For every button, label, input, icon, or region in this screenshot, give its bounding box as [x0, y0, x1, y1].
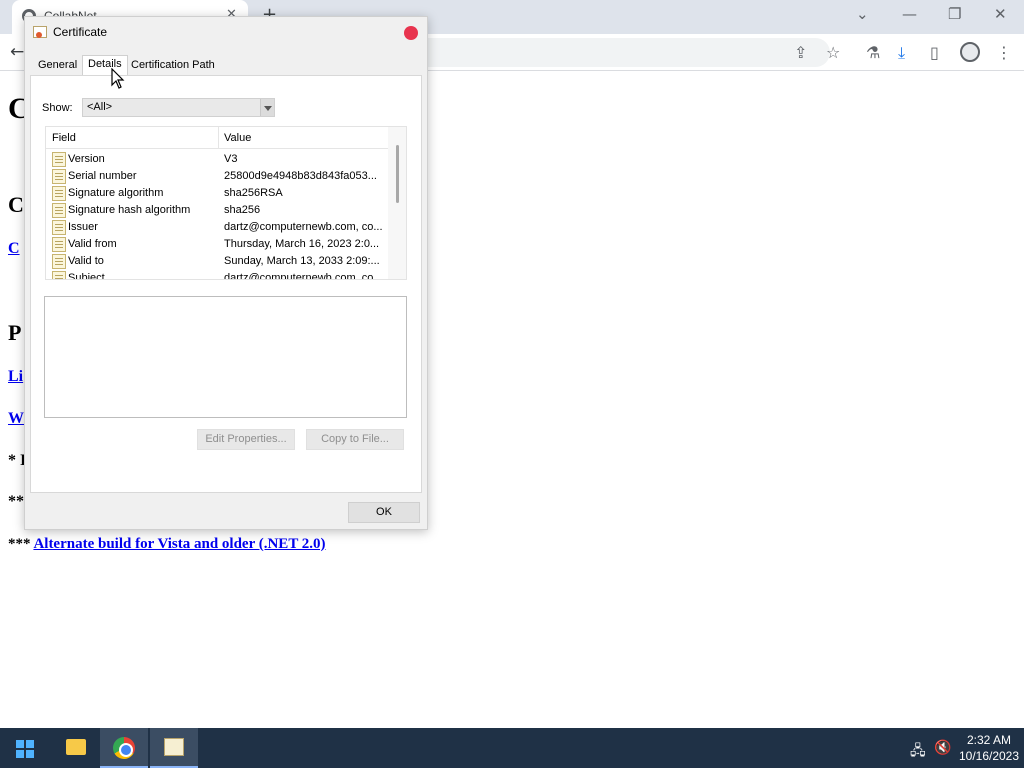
row-field: Signature hash algorithm: [68, 204, 191, 216]
row-value: Sunday, March 13, 2033 2:09:...: [224, 255, 380, 267]
side-panel-icon[interactable]: ▯: [930, 43, 939, 62]
dialog-titlebar[interactable]: Certificate: [25, 17, 427, 47]
back-arrow-icon[interactable]: ←: [10, 42, 24, 62]
field-icon: [52, 254, 66, 269]
row-field: Signature algorithm: [68, 187, 164, 199]
scrollbar-thumb[interactable]: [396, 145, 399, 203]
tab-search-button[interactable]: ⌄: [856, 5, 869, 23]
show-label: Show:: [42, 102, 73, 114]
field-icon: [52, 271, 66, 279]
tab-general[interactable]: General: [33, 57, 82, 77]
note-text: **: [8, 493, 24, 510]
restore-button[interactable]: ❐: [948, 5, 961, 23]
row-field: Valid from: [68, 238, 117, 250]
row-value: sha256RSA: [224, 187, 283, 199]
edit-properties-button[interactable]: Edit Properties...: [197, 429, 295, 450]
volume-muted-icon[interactable]: 🔇: [934, 740, 951, 756]
profile-avatar[interactable]: [960, 42, 980, 62]
row-field: Issuer: [68, 221, 98, 233]
page-link[interactable]: Li: [8, 368, 23, 386]
list-item[interactable]: Signature hash algorithm sha256: [46, 202, 388, 219]
row-field: Serial number: [68, 170, 137, 182]
list-item[interactable]: Valid to Sunday, March 13, 2033 2:09:...: [46, 253, 388, 270]
clock-time: 2:32 AM: [966, 733, 1012, 747]
folder-icon: [66, 739, 86, 755]
mouse-cursor-icon: [111, 68, 125, 89]
certificate-app-icon: [164, 738, 184, 756]
ok-button[interactable]: OK: [348, 502, 420, 523]
field-icon: [52, 237, 66, 252]
field-icon: [52, 152, 66, 167]
row-field: Subject: [68, 272, 105, 280]
alt-prefix: ***: [8, 536, 34, 552]
clock-date: 10/16/2023: [958, 749, 1020, 763]
details-panel: Show: <All> Field Value Version V3 Serial…: [30, 75, 422, 493]
row-value: dartz@computernewb.com, co...: [224, 272, 383, 280]
column-header-field[interactable]: Field: [52, 132, 76, 144]
list-item[interactable]: Valid from Thursday, March 16, 2023 2:0..…: [46, 236, 388, 253]
system-clock[interactable]: 2:32 AM 10/16/2023: [958, 732, 1020, 764]
taskbar-chrome[interactable]: [100, 728, 148, 768]
row-field: Valid to: [68, 255, 104, 267]
copy-to-file-button[interactable]: Copy to File...: [306, 429, 404, 450]
tab-certification-path[interactable]: Certification Path: [126, 57, 220, 77]
list-item[interactable]: Subject dartz@computernewb.com, co...: [46, 270, 388, 280]
row-value: dartz@computernewb.com, co...: [224, 221, 383, 233]
alternate-build-line: *** Alternate build for Vista and older …: [8, 536, 326, 553]
field-icon: [52, 169, 66, 184]
list-item[interactable]: Signature algorithm sha256RSA: [46, 185, 388, 202]
list-item[interactable]: Version V3: [46, 151, 388, 168]
show-dropdown[interactable]: <All>: [82, 98, 275, 117]
taskbar-file-explorer[interactable]: [52, 728, 100, 768]
share-icon[interactable]: ⇪: [794, 43, 807, 62]
field-icon: [52, 186, 66, 201]
chrome-icon: [113, 737, 135, 759]
list-header: Field Value: [46, 127, 388, 149]
page-link[interactable]: C: [8, 240, 20, 258]
taskbar-certificate-app[interactable]: [150, 728, 198, 768]
row-value: Thursday, March 16, 2023 2:0...: [224, 238, 380, 250]
minimize-button[interactable]: —: [902, 5, 917, 23]
certificate-icon: [33, 26, 47, 38]
row-value: V3: [224, 153, 238, 165]
menu-kebab-icon[interactable]: ⋮: [996, 43, 1012, 62]
windows-start-icon[interactable]: [16, 740, 34, 758]
dialog-close-button[interactable]: [404, 26, 418, 40]
column-header-value[interactable]: Value: [224, 132, 251, 144]
download-icon[interactable]: ⤓: [898, 43, 905, 63]
row-value: 25800d9e4948b83d843fa053...: [224, 170, 377, 182]
list-item[interactable]: Serial number 25800d9e4948b83d843fa053...: [46, 168, 388, 185]
labs-flask-icon[interactable]: ⚗: [866, 43, 880, 62]
field-list[interactable]: Field Value Version V3 Serial number 25800…: [45, 126, 407, 280]
section-heading: P: [8, 320, 22, 345]
section-heading: C: [8, 192, 24, 217]
page-link[interactable]: W: [8, 410, 24, 428]
taskbar: 🖧 🔇 2:32 AM 10/16/2023: [0, 728, 1024, 768]
list-item[interactable]: Issuer dartz@computernewb.com, co...: [46, 219, 388, 236]
row-value: sha256: [224, 204, 261, 216]
list-rows: Version V3 Serial number 25800d9e4948b83d8…: [46, 151, 388, 280]
bookmark-star-icon[interactable]: ☆: [826, 43, 840, 62]
network-icon[interactable]: 🖧: [910, 740, 926, 764]
row-field: Version: [68, 153, 105, 165]
show-dropdown-value: <All>: [87, 101, 113, 113]
column-divider[interactable]: [218, 127, 219, 149]
list-scrollbar[interactable]: [388, 127, 406, 279]
alternate-build-link[interactable]: Alternate build for Vista and older (.NE…: [33, 536, 325, 552]
dialog-title: Certificate: [53, 25, 108, 39]
field-detail-textbox[interactable]: [44, 296, 407, 418]
chevron-down-icon[interactable]: [260, 99, 274, 116]
certificate-dialog: Certificate General Details Certificatio…: [24, 16, 428, 530]
field-icon: [52, 203, 66, 218]
field-icon: [52, 220, 66, 235]
close-window-button[interactable]: ✕: [994, 5, 1007, 23]
